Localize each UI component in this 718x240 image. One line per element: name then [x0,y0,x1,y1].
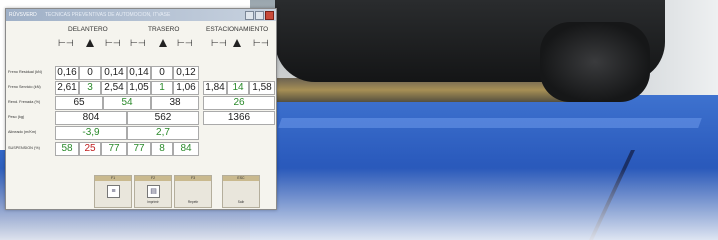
value-cell: 804 [55,111,127,125]
value-cell: -3,9 [55,126,127,140]
row-label: Freno Residual (kN) [8,70,42,74]
axle-icon: ⊢⊣ [177,38,193,48]
print-button[interactable]: F2 ▤ Imprimir [134,175,172,208]
value-cell: 0,16 [55,66,79,80]
row-alineado: Alineado (m/Km) -3,9 2,7 [6,126,276,140]
value-cell: 0 [151,66,173,80]
maximize-button[interactable] [255,10,264,20]
value-cell: 26 [203,96,275,110]
row-label: Alineado (m/Km) [8,130,37,134]
window-title-app: RÚVSVERD [9,12,37,18]
function-key-bar: F1 ≡ F2 ▤ Imprimir F3 Repetir ESC Salir [94,175,260,208]
axle-icons-row: ⊢⊣ ⊢⊣ ⊢⊣ ⊢⊣ ⊢⊣ ⊢⊣ [6,38,276,52]
value-cell: 84 [173,142,199,156]
close-button[interactable] [265,10,274,20]
row-label: Rend. Frenada (%) [8,100,41,104]
value-cell: 65 [55,96,103,110]
axle-icon: ⊢⊣ [58,38,74,48]
row-label: Peso (kg) [8,115,25,119]
row-label: SUSPENSION (%) [8,146,40,150]
value-cell: 1 [151,81,173,95]
axle-icon: ⊢⊣ [211,38,227,48]
window-titlebar: RÚVSVERD TECNICAS PREVENTIVAS DE AUTOMOC… [6,9,276,21]
repeat-button[interactable]: F3 Repetir [174,175,212,208]
button-label: Repetir [187,200,199,204]
value-cell: 77 [127,142,151,156]
key-label: F1 [95,176,131,181]
document-icon: ≡ [107,185,120,198]
value-cell: 54 [103,96,151,110]
button-label: Imprimir [147,200,159,204]
window-title: TECNICAS PREVENTIVAS DE AUTOMOCION, ITVA… [45,12,171,18]
group-front-label: DELANTERO [68,26,108,33]
axle-icon: ⊢⊣ [105,38,121,48]
value-cell: 2,61 [55,81,79,95]
value-cell: 38 [151,96,199,110]
warning-icon [159,39,167,47]
f1-button[interactable]: F1 ≡ [94,175,132,208]
value-cell: 14 [227,81,249,95]
exit-button[interactable]: ESC Salir [222,175,260,208]
row-label: Freno Servicio (kN) [8,85,41,89]
value-cell: 3 [79,81,101,95]
value-cell: 0,14 [101,66,127,80]
row-freno-residual: Freno Residual (kN) 0,16 0 0,14 0,14 0 0… [6,66,276,80]
group-parking-label: ESTACIONAMIENTO [206,26,269,33]
button-label: Salir [237,200,245,204]
printer-icon: ▤ [147,185,160,198]
row-freno-servicio: Freno Servicio (kN) 2,61 3 2,54 1,05 1 1… [6,81,276,95]
value-cell: 8 [151,142,173,156]
value-cell: 58 [55,142,79,156]
minimize-button[interactable] [245,10,254,20]
row-peso: Peso (kg) 804 562 1366 [6,111,276,125]
axle-icon: ⊢⊣ [253,38,269,48]
row-rend-frenada: Rend. Frenada (%) 65 54 38 26 [6,96,276,110]
value-cell: 1,58 [249,81,275,95]
value-cell: 0 [79,66,101,80]
value-cell: 2,54 [101,81,127,95]
key-label: F3 [175,176,211,181]
value-cell: 2,7 [127,126,199,140]
warning-icon [233,39,241,47]
value-cell: 0,12 [173,66,199,80]
window-controls [245,10,274,20]
axle-group-labels: DELANTERO TRASERO ESTACIONAMIENTO [6,26,276,35]
value-cell: 1,06 [173,81,199,95]
key-label: ESC [223,176,259,181]
row-suspension: SUSPENSION (%) 58 25 77 77 8 84 [6,142,276,156]
value-cell: 1366 [203,111,275,125]
results-window: RÚVSVERD TECNICAS PREVENTIVAS DE AUTOMOC… [5,8,277,210]
value-cell: 0,14 [127,66,151,80]
key-label: F2 [135,176,171,181]
value-cell: 562 [127,111,199,125]
axle-icon: ⊢⊣ [130,38,146,48]
value-cell: 77 [101,142,127,156]
group-rear-label: TRASERO [148,26,180,33]
value-cell: 1,05 [127,81,151,95]
value-cell: 25 [79,142,101,156]
value-cell: 1,84 [203,81,227,95]
warning-icon [86,39,94,47]
